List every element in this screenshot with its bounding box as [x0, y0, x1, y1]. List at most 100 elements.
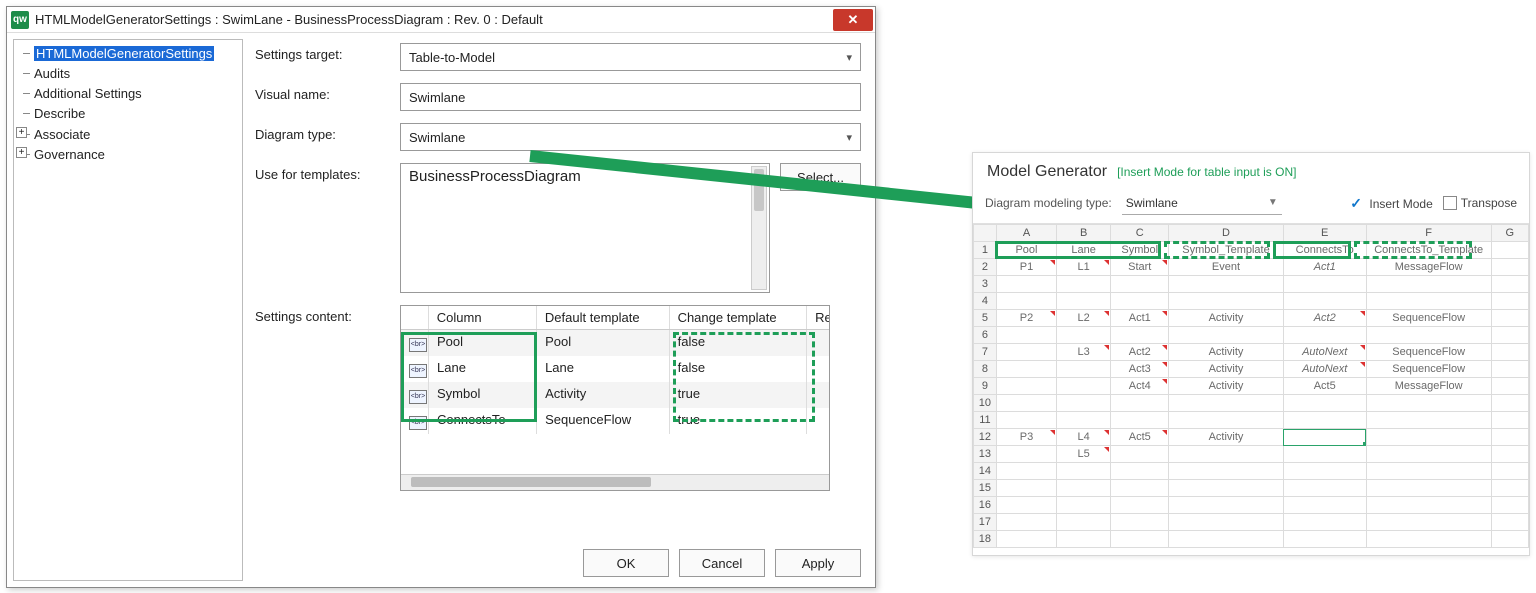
row-header[interactable]: 16 [974, 497, 997, 514]
cell[interactable] [1283, 327, 1366, 344]
cancel-button[interactable]: Cancel [679, 549, 765, 577]
grid-cell[interactable]: false [670, 356, 807, 382]
cell[interactable]: Activity [1169, 429, 1283, 446]
cell[interactable] [1169, 497, 1283, 514]
grid-row[interactable]: <br>PoolPoolfalse [401, 330, 829, 356]
grid-cell[interactable]: <br> [401, 382, 429, 408]
cell[interactable] [1366, 327, 1491, 344]
row-header[interactable]: 13 [974, 446, 997, 463]
grid-cell[interactable]: true [670, 382, 807, 408]
cell[interactable] [1366, 446, 1491, 463]
cell[interactable] [1366, 276, 1491, 293]
cell[interactable] [1111, 463, 1169, 480]
cell[interactable] [996, 276, 1056, 293]
cell[interactable]: Act3 [1111, 361, 1169, 378]
grid-header[interactable]: Re [807, 306, 829, 329]
cell[interactable] [1111, 327, 1169, 344]
grid-cell[interactable]: false [670, 330, 807, 356]
cell[interactable] [1491, 361, 1528, 378]
settings-tree[interactable]: HTMLModelGeneratorSettingsAuditsAddition… [13, 39, 243, 581]
tree-item[interactable]: Additional Settings [16, 84, 240, 104]
grid-cell[interactable]: Lane [429, 356, 537, 382]
cell[interactable]: P2 [996, 310, 1056, 327]
cell[interactable]: ConnectsTo [1283, 242, 1366, 259]
cell[interactable] [1491, 395, 1528, 412]
row-header[interactable]: 5 [974, 310, 997, 327]
modeling-type-dropdown[interactable]: Swimlane ▼ [1122, 191, 1282, 215]
scrollbar-horizontal[interactable] [401, 474, 829, 490]
cell[interactable]: Symbol_Template [1169, 242, 1283, 259]
cell[interactable]: P1 [996, 259, 1056, 276]
column-header[interactable] [974, 225, 997, 242]
cell[interactable] [1111, 514, 1169, 531]
column-header[interactable]: B [1057, 225, 1111, 242]
grid-cell[interactable]: SequenceFlow [537, 408, 670, 434]
column-header[interactable]: A [996, 225, 1056, 242]
cell[interactable]: Act2 [1111, 344, 1169, 361]
row-header[interactable]: 7 [974, 344, 997, 361]
column-header[interactable]: C [1111, 225, 1169, 242]
cell[interactable] [1491, 531, 1528, 548]
grid-cell[interactable]: Symbol [429, 382, 537, 408]
cell[interactable] [1366, 531, 1491, 548]
cell[interactable] [1491, 412, 1528, 429]
cell[interactable] [1366, 293, 1491, 310]
cell[interactable] [1283, 429, 1366, 446]
cell[interactable] [1169, 395, 1283, 412]
row-header[interactable]: 8 [974, 361, 997, 378]
cell[interactable]: Lane [1057, 242, 1111, 259]
cell[interactable]: L3 [1057, 344, 1111, 361]
cell[interactable] [1491, 378, 1528, 395]
cell[interactable]: MessageFlow [1366, 259, 1491, 276]
cell[interactable] [1491, 446, 1528, 463]
tree-item[interactable]: Audits [16, 64, 240, 84]
visual-name-input[interactable]: Swimlane [400, 83, 861, 111]
cell[interactable] [996, 293, 1056, 310]
cell[interactable] [1366, 480, 1491, 497]
cell[interactable] [1491, 429, 1528, 446]
cell[interactable]: L1 [1057, 259, 1111, 276]
grid-cell[interactable]: <br> [401, 330, 429, 356]
cell[interactable]: L4 [1057, 429, 1111, 446]
cell[interactable] [996, 395, 1056, 412]
grid-cell[interactable]: Lane [537, 356, 670, 382]
cell[interactable] [1283, 395, 1366, 412]
cell[interactable]: L2 [1057, 310, 1111, 327]
cell[interactable]: SequenceFlow [1366, 310, 1491, 327]
cell[interactable]: P3 [996, 429, 1056, 446]
row-header[interactable]: 6 [974, 327, 997, 344]
cell[interactable]: Act1 [1283, 259, 1366, 276]
column-header[interactable]: D [1169, 225, 1283, 242]
cell[interactable]: SequenceFlow [1366, 361, 1491, 378]
cell[interactable]: Activity [1169, 378, 1283, 395]
tree-item[interactable]: HTMLModelGeneratorSettings [16, 44, 240, 64]
cell[interactable]: Symbol [1111, 242, 1169, 259]
row-header[interactable]: 1 [974, 242, 997, 259]
grid-cell[interactable]: Pool [537, 330, 670, 356]
row-header[interactable]: 11 [974, 412, 997, 429]
cell[interactable] [1491, 480, 1528, 497]
cell[interactable] [1057, 361, 1111, 378]
cell[interactable] [1491, 497, 1528, 514]
cell[interactable] [996, 344, 1056, 361]
grid-cell[interactable] [807, 408, 829, 434]
cell[interactable]: AutoNext [1283, 361, 1366, 378]
cell[interactable]: Activity [1169, 361, 1283, 378]
grid-header[interactable]: Change template [670, 306, 808, 329]
cell[interactable] [1283, 412, 1366, 429]
grid-cell[interactable]: Pool [429, 330, 537, 356]
grid-cell[interactable]: <br> [401, 408, 429, 434]
cell[interactable] [996, 361, 1056, 378]
column-header[interactable]: G [1491, 225, 1528, 242]
cell[interactable] [1283, 531, 1366, 548]
cell[interactable] [1283, 514, 1366, 531]
cell[interactable] [996, 378, 1056, 395]
cell[interactable] [1366, 514, 1491, 531]
row-header[interactable]: 2 [974, 259, 997, 276]
cell[interactable] [1111, 293, 1169, 310]
cell[interactable]: Act4 [1111, 378, 1169, 395]
cell[interactable]: AutoNext [1283, 344, 1366, 361]
cell[interactable] [996, 531, 1056, 548]
cell[interactable] [1169, 276, 1283, 293]
cell[interactable] [996, 327, 1056, 344]
